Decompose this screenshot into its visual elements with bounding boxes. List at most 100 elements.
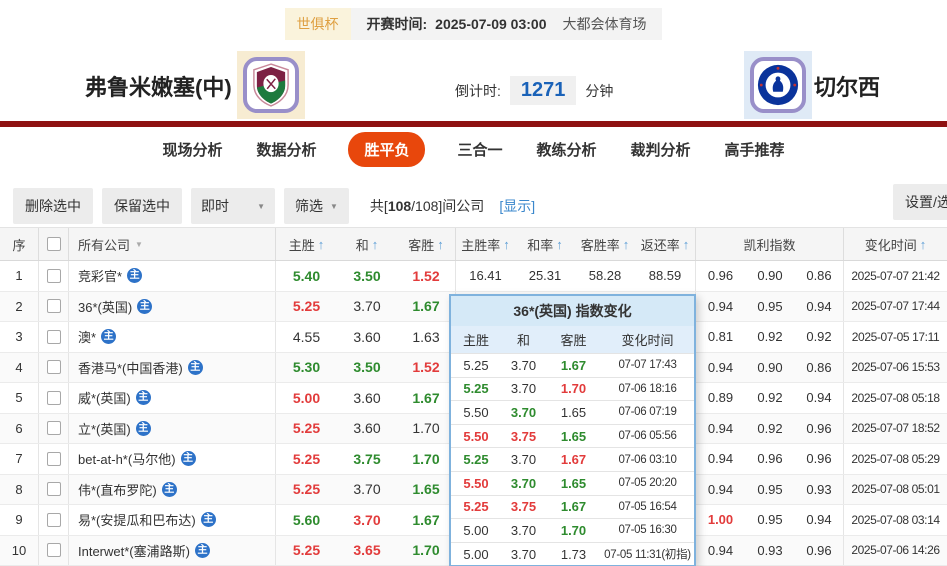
popup-row[interactable]: 5.00 3.70 1.70 07-05 16:30 [451,518,694,542]
header-company[interactable]: 所有公司 ▼ [68,228,275,260]
popup-header-home: 主胜 [462,333,489,348]
popup-row[interactable]: 5.50 3.70 1.65 07-06 07:19 [451,400,694,424]
home-rate-cell: 16.41 [455,261,515,291]
odds-home-cell: 4.55 [275,322,337,352]
company-cell[interactable]: 竞彩官* 主 [68,261,275,291]
popup-draw-cell: 3.70 [510,522,537,538]
select-all-checkbox[interactable] [46,237,61,251]
company-name: 澳* [78,330,97,346]
company-cell[interactable]: 香港马*(中国香港) 主 [68,352,275,382]
row-checkbox[interactable] [46,299,61,314]
kelly-3-cell: 0.93 [806,481,832,497]
change-time-cell: 2025-07-06 15:53 [843,352,947,382]
popup-row[interactable]: 5.25 3.70 1.70 07-06 18:16 [451,376,694,401]
popup-time-cell: 07-05 16:54 [618,500,677,513]
header-home-rate[interactable]: 主胜率 ↑ [455,228,515,260]
kelly-1-cell: 0.94 [695,291,745,321]
row-checkbox[interactable] [46,390,61,405]
keep-selected-button[interactable]: 保留选中 [102,188,182,224]
row-checkbox[interactable] [46,421,61,436]
popup-row[interactable]: 5.25 3.75 1.67 07-05 16:54 [451,494,694,519]
kelly-1-cell: 0.89 [695,383,745,413]
kelly-2-cell: 0.95 [757,512,783,528]
odds-away-cell: 1.63 [412,328,440,345]
table-row[interactable]: 1 竞彩官* 主 5.40 3.50 1.52 16.41 25.31 58.28 88.59 0.… [0,261,947,292]
tab-three-in-one[interactable]: 三合一 [455,132,504,167]
odds-home-cell: 5.40 [275,261,337,291]
toolbar: 删除选中 保留选中 即时 ▼ 筛选 ▼ 共[108/108]间公司 [显示] 设… [0,171,947,227]
company-cell[interactable]: 立*(英国) 主 [68,413,275,443]
popup-away-cell: 1.67 [560,357,587,373]
company-cell[interactable]: Interwet*(塞浦路斯) 主 [68,535,275,565]
row-checkbox[interactable] [46,329,61,344]
popup-header-time: 变化时间 [621,333,674,348]
kelly-3-cell: 0.92 [806,329,832,345]
company-count-selected: 108 [387,198,412,214]
settings-button[interactable]: 设置/选择 [893,184,947,220]
popup-row[interactable]: 5.50 3.70 1.65 07-05 20:20 [451,470,694,495]
popup-time-cell: 07-06 03:10 [618,453,677,466]
odds-comparison-page: 世俱杯 开赛时间: 2025-07-09 03:00 大都会体育场 弗鲁米嫩塞(… [0,0,947,566]
filter-dropdown[interactable]: 筛选 ▼ [284,188,349,224]
kelly-1-cell: 0.94 [695,535,745,565]
delete-selected-button[interactable]: 删除选中 [13,188,93,224]
kelly-1-cell: 0.94 [695,474,745,504]
row-checkbox[interactable] [46,268,61,283]
company-cell[interactable]: 威*(英国) 主 [68,383,275,413]
tab-win-draw-lose[interactable]: 胜平负 [348,131,426,167]
tab-data-analysis[interactable]: 数据分析 [254,132,318,167]
kelly-3-cell: 0.86 [806,359,832,375]
company-cell[interactable]: 澳* 主 [68,322,275,352]
sort-up-icon: ↑ [503,236,510,252]
header-payout-rate[interactable]: 返还率 ↑ [635,228,695,260]
company-cell[interactable]: 易*(安提瓜和巴布达) 主 [68,505,275,535]
row-checkbox[interactable] [46,360,61,375]
popup-home-cell: 5.50 [463,428,489,444]
row-checkbox[interactable] [46,512,61,527]
odds-away-cell: 1.70 [412,450,440,467]
odds-home-cell: 5.60 [275,505,337,535]
tab-coach-analysis[interactable]: 教练分析 [535,132,599,167]
tab-referee-analysis[interactable]: 裁判分析 [629,132,693,167]
home-team-name: 弗鲁米嫩塞(中) [85,75,232,100]
odds-away-cell: 1.52 [412,359,440,376]
popup-row[interactable]: 5.50 3.75 1.65 07-06 05:56 [451,423,694,448]
header-checkbox-cell [38,228,68,260]
time-mode-select[interactable]: 即时 ▼ [191,188,275,224]
header-draw-odds[interactable]: 和 ↑ [337,228,397,260]
tab-expert-picks[interactable]: 高手推荐 [723,132,787,167]
company-cell[interactable]: 36*(英国) 主 [68,291,275,321]
popup-time-cell: 07-07 17:43 [618,359,677,372]
company-name: 36*(英国) [78,299,133,315]
header-home-odds[interactable]: 主胜 ↑ [275,228,337,260]
header-draw-rate[interactable]: 和率 ↑ [515,228,575,260]
popup-home-cell: 5.25 [463,381,489,397]
header-kelly: 凯利指数 [695,228,843,260]
odds-draw-cell: 3.60 [353,389,381,406]
header-change-time[interactable]: 变化时间 ↑ [843,228,947,260]
show-link[interactable]: [显示] [499,196,535,216]
header-away-odds[interactable]: 客胜 ↑ [397,228,455,260]
header-change-time-label: 变化时间 [864,237,917,253]
company-name: 竞彩官* [78,269,123,285]
popup-home-cell: 5.00 [463,546,489,562]
popup-away-cell: 1.65 [560,428,587,444]
kelly-2-cell: 0.95 [757,298,783,314]
popup-away-cell: 1.73 [560,546,587,562]
company-cell[interactable]: bet-at-h*(马尔他) 主 [68,444,275,474]
popup-row[interactable]: 5.00 3.70 1.73 07-05 11:31(初指) [451,541,694,566]
row-checkbox[interactable] [46,451,61,466]
popup-body: 5.25 3.70 1.67 07-07 17:43 5.25 3.70 1.70 07-06… [451,353,694,566]
company-cell[interactable]: 伟*(直布罗陀) 主 [68,474,275,504]
tab-live-analysis[interactable]: 现场分析 [160,132,224,167]
header-company-label: 所有公司 [78,237,131,253]
chevron-down-icon: ▼ [135,239,143,249]
kickoff-time: 2025-07-09 03:00 [435,16,547,32]
popup-row[interactable]: 5.25 3.70 1.67 07-07 17:43 [451,353,694,377]
kelly-2-cell: 0.92 [757,329,783,345]
popup-row[interactable]: 5.25 3.70 1.67 07-06 03:10 [451,447,694,471]
header-away-rate[interactable]: 客胜率 ↑ [575,228,635,260]
change-time-cell: 2025-07-08 03:14 [843,505,947,535]
row-checkbox[interactable] [46,482,61,497]
row-checkbox[interactable] [46,543,61,558]
